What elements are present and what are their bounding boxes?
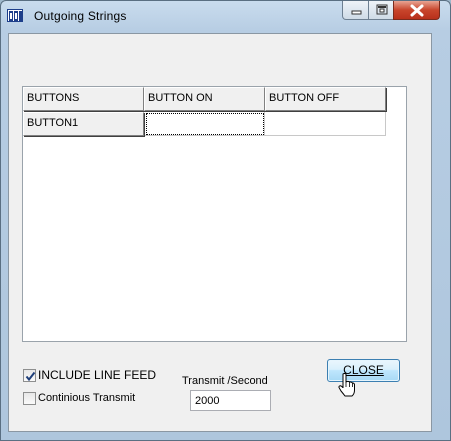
transmit-per-second-label: Transmit /Second xyxy=(182,375,268,387)
column-header-button-on[interactable]: BUTTON ON xyxy=(144,87,265,111)
minimize-icon xyxy=(351,10,362,15)
continuous-transmit-label[interactable]: Continious Transmit xyxy=(38,392,135,404)
close-icon xyxy=(410,4,424,17)
include-line-feed-checkbox[interactable] xyxy=(23,369,36,382)
row-header-button1[interactable]: BUTTON1 xyxy=(23,112,144,136)
transmit-per-second-input[interactable]: 2000 xyxy=(190,390,271,411)
maximize-icon xyxy=(376,4,388,15)
cell-button1-on[interactable] xyxy=(145,112,265,136)
window-title: Outgoing Strings xyxy=(34,9,127,23)
title-bar[interactable]: Outgoing Strings xyxy=(1,1,450,29)
close-window-button[interactable] xyxy=(393,1,440,20)
minimize-button[interactable] xyxy=(342,1,369,20)
maximize-button[interactable] xyxy=(368,1,394,20)
app-icon xyxy=(7,9,23,22)
check-icon xyxy=(25,371,36,382)
column-header-button-off[interactable]: BUTTON OFF xyxy=(265,87,386,111)
include-line-feed-label[interactable]: INCLUDE LINE FEED xyxy=(38,368,156,382)
cell-button1-off[interactable] xyxy=(265,112,386,136)
strings-grid: BUTTONS BUTTON ON BUTTON OFF BUTTON1 xyxy=(22,86,407,342)
hand-pointer-icon xyxy=(338,373,355,397)
continuous-transmit-checkbox[interactable] xyxy=(23,392,36,405)
column-header-buttons[interactable]: BUTTONS xyxy=(23,87,144,111)
